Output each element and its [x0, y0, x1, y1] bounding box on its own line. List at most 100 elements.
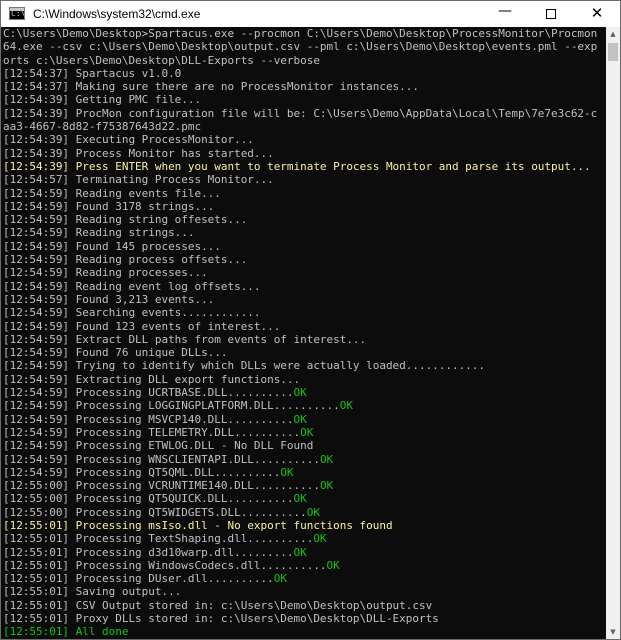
console-line: [12:55:01] CSV Output stored in: c:\User…	[3, 599, 606, 612]
console-line: [12:54:59] Found 3178 strings...	[3, 200, 606, 213]
console-line: [12:54:39] Executing ProcessMonitor...	[3, 133, 606, 146]
title-bar[interactable]: C:\ C:\Windows\system32\cmd.exe — ✕	[1, 1, 620, 27]
console-text: [12:54:59] Extract DLL paths from events…	[3, 332, 367, 346]
console-line: [12:54:59] Reading event log offsets...	[3, 280, 606, 293]
console-line: [12:54:59] Found 3,213 events...	[3, 293, 606, 306]
console-line: [12:54:59] Found 123 events of interest.…	[3, 320, 606, 333]
console-text: [12:54:59] Processing QT5QML.DLL........…	[3, 465, 281, 479]
scroll-up-arrow-icon[interactable]: ▲	[606, 27, 620, 41]
console-text: [12:54:37] Spartacus v1.0.0	[3, 66, 182, 80]
console-text: [12:55:01] Processing DUser.dll.........…	[3, 572, 274, 586]
console-text: [12:54:59] Reading process offsets...	[3, 253, 248, 267]
console-line: [12:55:01] Processing msIso.dll - No exp…	[3, 519, 606, 532]
status-ok-text: OK	[339, 399, 353, 413]
cmd-icon: C:\	[9, 7, 25, 20]
console-text: [12:54:59] Found 3178 strings...	[3, 199, 215, 213]
console-line: [12:54:59] Reading processes...	[3, 266, 606, 279]
console-line: [12:54:39] ProcMon configuration file wi…	[3, 107, 606, 120]
console-line: [12:54:59] Trying to identify which DLLs…	[3, 359, 606, 372]
console-text: [12:54:59] Processing LOGGINGPLATFORM.DL…	[3, 399, 340, 413]
scrollbar-thumb[interactable]	[608, 43, 618, 61]
status-ok-text: OK	[273, 572, 287, 586]
console-text: [12:54:59] Found 123 events of interest.…	[3, 319, 281, 333]
console-line: [12:54:59] Processing QT5QML.DLL........…	[3, 466, 606, 479]
console-line: 64.exe --csv c:\Users\Demo\Desktop\outpu…	[3, 40, 606, 53]
console-text: [12:54:39] Process Monitor has started..…	[3, 146, 274, 160]
console-text: [12:54:59] Processing MSVCP140.DLL......…	[3, 412, 294, 426]
close-icon: ✕	[590, 4, 604, 22]
console-text: [12:54:59] Searching events............	[3, 306, 261, 320]
maximize-icon	[546, 9, 556, 19]
console-text: [12:54:59] Found 3,213 events...	[3, 292, 215, 306]
status-ok-text: OK	[293, 545, 307, 559]
console-line: [12:54:59] Extracting DLL export functio…	[3, 373, 606, 386]
console-text: [12:55:01] All done	[3, 625, 129, 639]
console-text: [12:54:39] ProcMon configuration file wi…	[3, 106, 598, 120]
console-text: [12:55:01] Saving output...	[3, 585, 182, 599]
console-text: [12:55:01] Processing TextShaping.dll...…	[3, 532, 314, 546]
minimize-button[interactable]: —	[482, 1, 528, 27]
console-line: [12:54:59] Found 145 processes...	[3, 240, 606, 253]
console-text: [12:54:39] Press ENTER when you want to …	[3, 159, 591, 173]
console-text: [12:54:59] Processing UCRTBASE.DLL......…	[3, 386, 294, 400]
console-text: [12:54:39] Getting PMC file...	[3, 93, 202, 107]
console-text: [12:54:59] Processing TELEMETRY.DLL.....…	[3, 425, 301, 439]
console-text: [12:55:01] Proxy DLLs stored in: c:\User…	[3, 612, 439, 626]
console-text: [12:54:59] Reading strings...	[3, 226, 195, 240]
console-text: [12:55:00] Processing VCRUNTIME140.DLL..…	[3, 479, 320, 493]
cmd-window: C:\ C:\Windows\system32\cmd.exe — ✕ C:\U…	[0, 0, 621, 640]
console-text: [12:54:39] Executing ProcessMonitor...	[3, 133, 254, 147]
console-line: [12:54:59] Processing ETWLOG.DLL - No DL…	[3, 439, 606, 452]
console-text: orts c:\Users\Demo\Desktop\DLL-Exports -…	[3, 53, 320, 67]
console-line: [12:54:59] Searching events............	[3, 306, 606, 319]
console-output[interactable]: C:\Users\Demo\Desktop>Spartacus.exe --pr…	[3, 27, 606, 639]
console-text: [12:55:01] Processing msIso.dll - No exp…	[3, 518, 393, 532]
console-text: [12:54:57] Terminating Process Monitor..…	[3, 173, 274, 187]
console-text: [12:54:59] Found 145 processes...	[3, 239, 221, 253]
console-line: [12:54:59] Processing LOGGINGPLATFORM.DL…	[3, 399, 606, 412]
console-line: [12:55:01] Processing d3d10warp.dll.....…	[3, 546, 606, 559]
status-ok-text: OK	[319, 479, 334, 493]
console-line: [12:55:00] Processing VCRUNTIME140.DLL..…	[3, 479, 606, 492]
status-ok-text: OK	[280, 465, 294, 479]
status-ok-text: OK	[293, 386, 307, 400]
console-line: [12:55:01] Saving output...	[3, 585, 606, 598]
maximize-button[interactable]	[528, 1, 574, 27]
console-text: [12:54:59] Extracting DLL export functio…	[3, 372, 301, 386]
console-text: [12:55:01] Processing WindowsCodecs.dll.…	[3, 558, 327, 572]
console-line: [12:54:57] Terminating Process Monitor..…	[3, 173, 606, 186]
console-text: [12:54:59] Trying to identify which DLLs…	[3, 359, 485, 373]
console-text: [12:54:59] Reading string offesets...	[3, 213, 248, 227]
close-button[interactable]: ✕	[574, 1, 620, 27]
console-line: [12:54:59] Found 76 unique DLLs...	[3, 346, 606, 359]
console-line: [12:55:01] Processing WindowsCodecs.dll.…	[3, 559, 606, 572]
console-line: [12:54:59] Processing WNSCLIENTAPI.DLL..…	[3, 453, 606, 466]
console-text: 64.exe --csv c:\Users\Demo\Desktop\outpu…	[3, 40, 598, 54]
console-line: [12:55:01] Processing TextShaping.dll...…	[3, 532, 606, 545]
status-ok-text: OK	[313, 532, 327, 546]
console-line: [12:54:59] Reading events file...	[3, 187, 606, 200]
console-line: [12:54:59] Reading strings...	[3, 226, 606, 239]
console-text: [12:54:59] Reading events file...	[3, 186, 221, 200]
status-ok-text: OK	[300, 425, 314, 439]
console-line: [12:54:37] Spartacus v1.0.0	[3, 67, 606, 80]
console-line: [12:55:01] Proxy DLLs stored in: c:\User…	[3, 612, 606, 625]
console-line: [12:54:59] Processing UCRTBASE.DLL......…	[3, 386, 606, 399]
status-ok-text: OK	[306, 505, 320, 519]
console-line: [12:54:59] Processing MSVCP140.DLL......…	[3, 413, 606, 426]
console-text: C:\Users\Demo\Desktop>Spartacus.exe --pr…	[3, 27, 598, 40]
console-line: aa3-4667-8d82-f75387643d22.pmc	[3, 120, 606, 133]
status-ok-text: OK	[326, 558, 340, 572]
console-line: [12:55:01] All done	[3, 625, 606, 638]
cmd-icon-glyph: C:\	[11, 9, 26, 18]
console-line: orts c:\Users\Demo\Desktop\DLL-Exports -…	[3, 54, 606, 67]
scroll-down-arrow-icon[interactable]: ▼	[606, 625, 620, 639]
console-line: [12:54:39] Press ENTER when you want to …	[3, 160, 606, 173]
console-line: [12:54:59] Reading process offsets...	[3, 253, 606, 266]
console-text: [12:55:01] CSV Output stored in: c:\User…	[3, 598, 433, 612]
vertical-scrollbar[interactable]: ▲ ▼	[606, 27, 620, 639]
console-line: [12:54:59] Processing TELEMETRY.DLL.....…	[3, 426, 606, 439]
window-title: C:\Windows\system32\cmd.exe	[33, 7, 201, 21]
console-text: [12:54:59] Processing ETWLOG.DLL - No DL…	[3, 439, 314, 453]
console-line: [12:55:00] Processing QT5QUICK.DLL......…	[3, 492, 606, 505]
